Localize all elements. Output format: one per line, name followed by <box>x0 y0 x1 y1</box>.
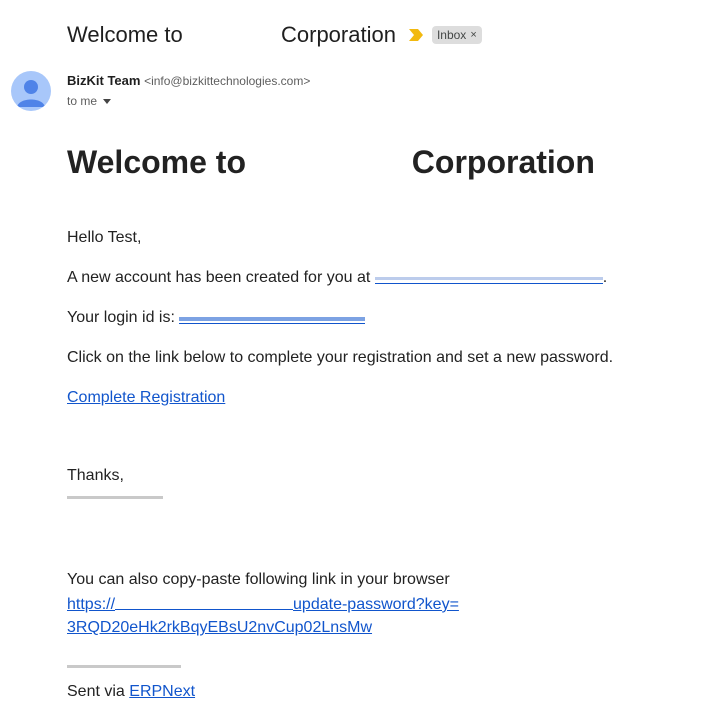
redacted-link-host <box>115 595 294 610</box>
login-line-text: Your login id is: <box>67 309 175 326</box>
label-chip-text: Inbox <box>436 28 467 42</box>
reset-link-line-1: https:// update-password?key= <box>67 595 459 614</box>
heading-suffix: Corporation <box>411 144 595 180</box>
recipient-details-toggle[interactable]: to me <box>67 94 112 108</box>
to-label: to me <box>67 94 98 108</box>
sender-email: <info@bizkittechnologies.com> <box>144 74 311 88</box>
chevron-down-icon[interactable] <box>103 98 112 104</box>
sender-avatar[interactable] <box>11 71 51 111</box>
redacted-company-name <box>188 26 275 47</box>
inbox-label-chip[interactable]: Inbox × <box>431 26 482 44</box>
email-subject: Welcome to Corporation <box>67 22 396 48</box>
company-signature-redacted <box>67 661 187 670</box>
complete-registration-row: Complete Registration <box>67 389 225 407</box>
reset-password-link[interactable]: https:// update-password?key= <box>67 596 459 613</box>
sent-via-text: Sent via <box>67 683 125 700</box>
heading-prefix: Welcome to <box>67 144 246 180</box>
account-created-line: A new account has been created for you a… <box>67 269 607 287</box>
login-email-link[interactable] <box>179 309 366 325</box>
subject-row: Welcome to Corporation Inbox × <box>67 22 482 48</box>
sender-name[interactable]: BizKit Team <box>67 73 140 88</box>
signature-name-redacted <box>67 492 167 500</box>
reset-link-start: https:// <box>67 596 116 613</box>
reset-link-line-2: 3RQD20eHk2rkBqyEBsU2nvCup02LnsMw <box>67 619 372 637</box>
reset-link-end: update-password?key= <box>293 596 459 613</box>
thanks-line: Thanks, <box>67 467 124 484</box>
login-id-line: Your login id is: <box>67 309 366 327</box>
instruction-line: Click on the link below to complete your… <box>67 349 614 366</box>
account-url-period: . <box>602 269 608 286</box>
complete-registration-link[interactable]: Complete Registration <box>67 389 225 406</box>
person-avatar-icon <box>17 80 45 107</box>
account-line-text: A new account has been created for you a… <box>67 269 371 286</box>
redacted-company-heading <box>254 149 403 180</box>
sent-via-line: Sent via ERPNext <box>67 683 195 701</box>
reset-password-link-key[interactable]: 3RQD20eHk2rkBqyEBsU2nvCup02LnsMw <box>67 619 372 636</box>
message-heading: Welcome to Corporation <box>67 144 595 181</box>
account-url-link[interactable] <box>374 269 603 285</box>
erpnext-link[interactable]: ERPNext <box>129 683 195 700</box>
subject-suffix: Corporation <box>281 22 396 47</box>
subject-prefix: Welcome to <box>67 22 183 47</box>
copy-paste-line: You can also copy-paste following link i… <box>67 571 450 588</box>
sender-line: BizKit Team <info@bizkittechnologies.com… <box>67 73 310 88</box>
greeting: Hello Test, <box>67 229 142 246</box>
remove-label-icon[interactable]: × <box>470 29 476 41</box>
importance-marker-icon[interactable] <box>408 28 424 42</box>
